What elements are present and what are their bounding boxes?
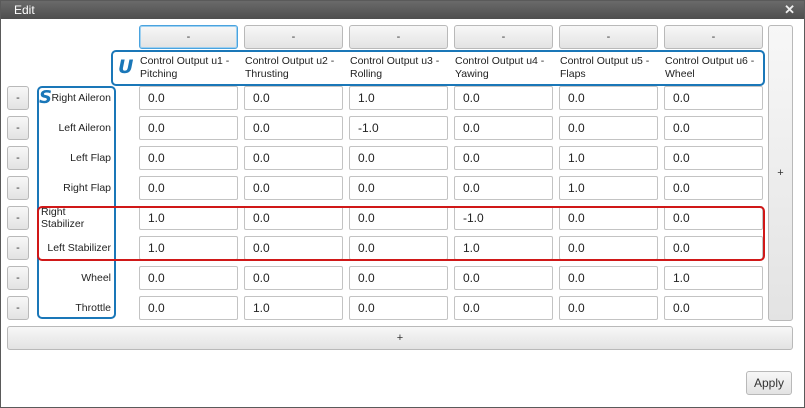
remove-column-button[interactable]: - — [454, 25, 553, 49]
matrix-cell-input[interactable] — [349, 236, 448, 260]
matrix-cell-input[interactable] — [559, 206, 658, 230]
row-label: Right Stabilizer — [41, 206, 85, 230]
matrix-cell-input[interactable] — [139, 176, 238, 200]
matrix-cell-input[interactable] — [454, 206, 553, 230]
matrix-cell-input[interactable] — [244, 176, 343, 200]
remove-row-button[interactable]: - — [7, 86, 29, 110]
matrix-cell-input[interactable] — [139, 206, 238, 230]
title-bar: Edit ✕ — [1, 1, 804, 19]
matrix-cell-input[interactable] — [454, 86, 553, 110]
matrix-cell-input[interactable] — [559, 266, 658, 290]
matrix-cell-input[interactable] — [244, 296, 343, 320]
matrix-cell-input[interactable] — [454, 146, 553, 170]
matrix-cell-input[interactable] — [139, 236, 238, 260]
matrix-cell-input[interactable] — [139, 296, 238, 320]
remove-row-button[interactable]: - — [7, 266, 29, 290]
row-label: Left Aileron — [58, 122, 111, 134]
s-annotation-letter: S — [39, 87, 52, 108]
matrix-cell-input[interactable] — [244, 86, 343, 110]
apply-button[interactable]: Apply — [746, 371, 792, 395]
matrix-cell-input[interactable] — [244, 266, 343, 290]
close-icon[interactable]: ✕ — [784, 2, 795, 18]
matrix-cell-input[interactable] — [664, 146, 763, 170]
matrix-cell-input[interactable] — [664, 116, 763, 140]
column-header: Control Output u1 - Pitching — [140, 55, 230, 80]
matrix-cell-input[interactable] — [139, 86, 238, 110]
u-annotation-letter: U — [118, 56, 134, 78]
remove-column-button[interactable]: - — [139, 25, 238, 49]
remove-column-button[interactable]: - — [664, 25, 763, 49]
matrix-cell-input[interactable] — [664, 296, 763, 320]
row-label: Left Flap — [70, 152, 111, 164]
remove-column-button[interactable]: - — [559, 25, 658, 49]
matrix-cell-input[interactable] — [244, 146, 343, 170]
matrix-cell-input[interactable] — [139, 266, 238, 290]
row-label: Right Flap — [63, 182, 111, 194]
row-label: Wheel — [81, 272, 111, 284]
matrix-cell-input[interactable] — [349, 116, 448, 140]
matrix-cell-input[interactable] — [559, 116, 658, 140]
matrix-cell-input[interactable] — [664, 86, 763, 110]
matrix-cell-input[interactable] — [559, 236, 658, 260]
matrix-cell-input[interactable] — [349, 206, 448, 230]
matrix-cell-input[interactable] — [664, 266, 763, 290]
remove-row-button[interactable]: - — [7, 146, 29, 170]
matrix-cell-input[interactable] — [139, 116, 238, 140]
matrix-cell-input[interactable] — [244, 236, 343, 260]
matrix-cell-input[interactable] — [454, 116, 553, 140]
matrix-cell-input[interactable] — [244, 116, 343, 140]
row-label: Left Stabilizer — [47, 242, 111, 254]
matrix-cell-input[interactable] — [559, 176, 658, 200]
matrix-cell-input[interactable] — [139, 146, 238, 170]
matrix-cell-input[interactable] — [664, 176, 763, 200]
matrix-cell-input[interactable] — [559, 86, 658, 110]
edit-dialog: Edit ✕ - Control Output u1 - Pitching - Con… — [0, 0, 805, 408]
row-label: Throttle — [75, 302, 111, 314]
matrix-cell-input[interactable] — [349, 266, 448, 290]
remove-row-button[interactable]: - — [7, 116, 29, 140]
matrix-cell-input[interactable] — [349, 146, 448, 170]
matrix-cell-input[interactable] — [454, 236, 553, 260]
matrix-cell-input[interactable] — [664, 206, 763, 230]
add-row-button[interactable]: + — [7, 326, 793, 350]
remove-row-button[interactable]: - — [7, 206, 29, 230]
matrix-cell-input[interactable] — [559, 146, 658, 170]
column-header: Control Output u6 - Wheel — [665, 55, 755, 80]
matrix-cell-input[interactable] — [559, 296, 658, 320]
matrix-cell-input[interactable] — [349, 176, 448, 200]
column-header: Control Output u5 - Flaps — [560, 55, 650, 80]
column-header: Control Output u4 - Yawing — [455, 55, 545, 80]
matrix-cell-input[interactable] — [664, 236, 763, 260]
remove-row-button[interactable]: - — [7, 236, 29, 260]
column-header: Control Output u2 - Thrusting — [245, 55, 335, 80]
remove-row-button[interactable]: - — [7, 296, 29, 320]
add-column-button[interactable]: + — [768, 25, 793, 321]
matrix-cell-input[interactable] — [244, 206, 343, 230]
matrix-cell-input[interactable] — [349, 296, 448, 320]
matrix-cell-input[interactable] — [454, 296, 553, 320]
remove-row-button[interactable]: - — [7, 176, 29, 200]
remove-column-button[interactable]: - — [244, 25, 343, 49]
matrix-cell-input[interactable] — [454, 176, 553, 200]
dialog-title: Edit — [14, 3, 35, 17]
matrix-cell-input[interactable] — [349, 86, 448, 110]
column-header: Control Output u3 - Rolling — [350, 55, 440, 80]
remove-column-button[interactable]: - — [349, 25, 448, 49]
matrix-cell-input[interactable] — [454, 266, 553, 290]
